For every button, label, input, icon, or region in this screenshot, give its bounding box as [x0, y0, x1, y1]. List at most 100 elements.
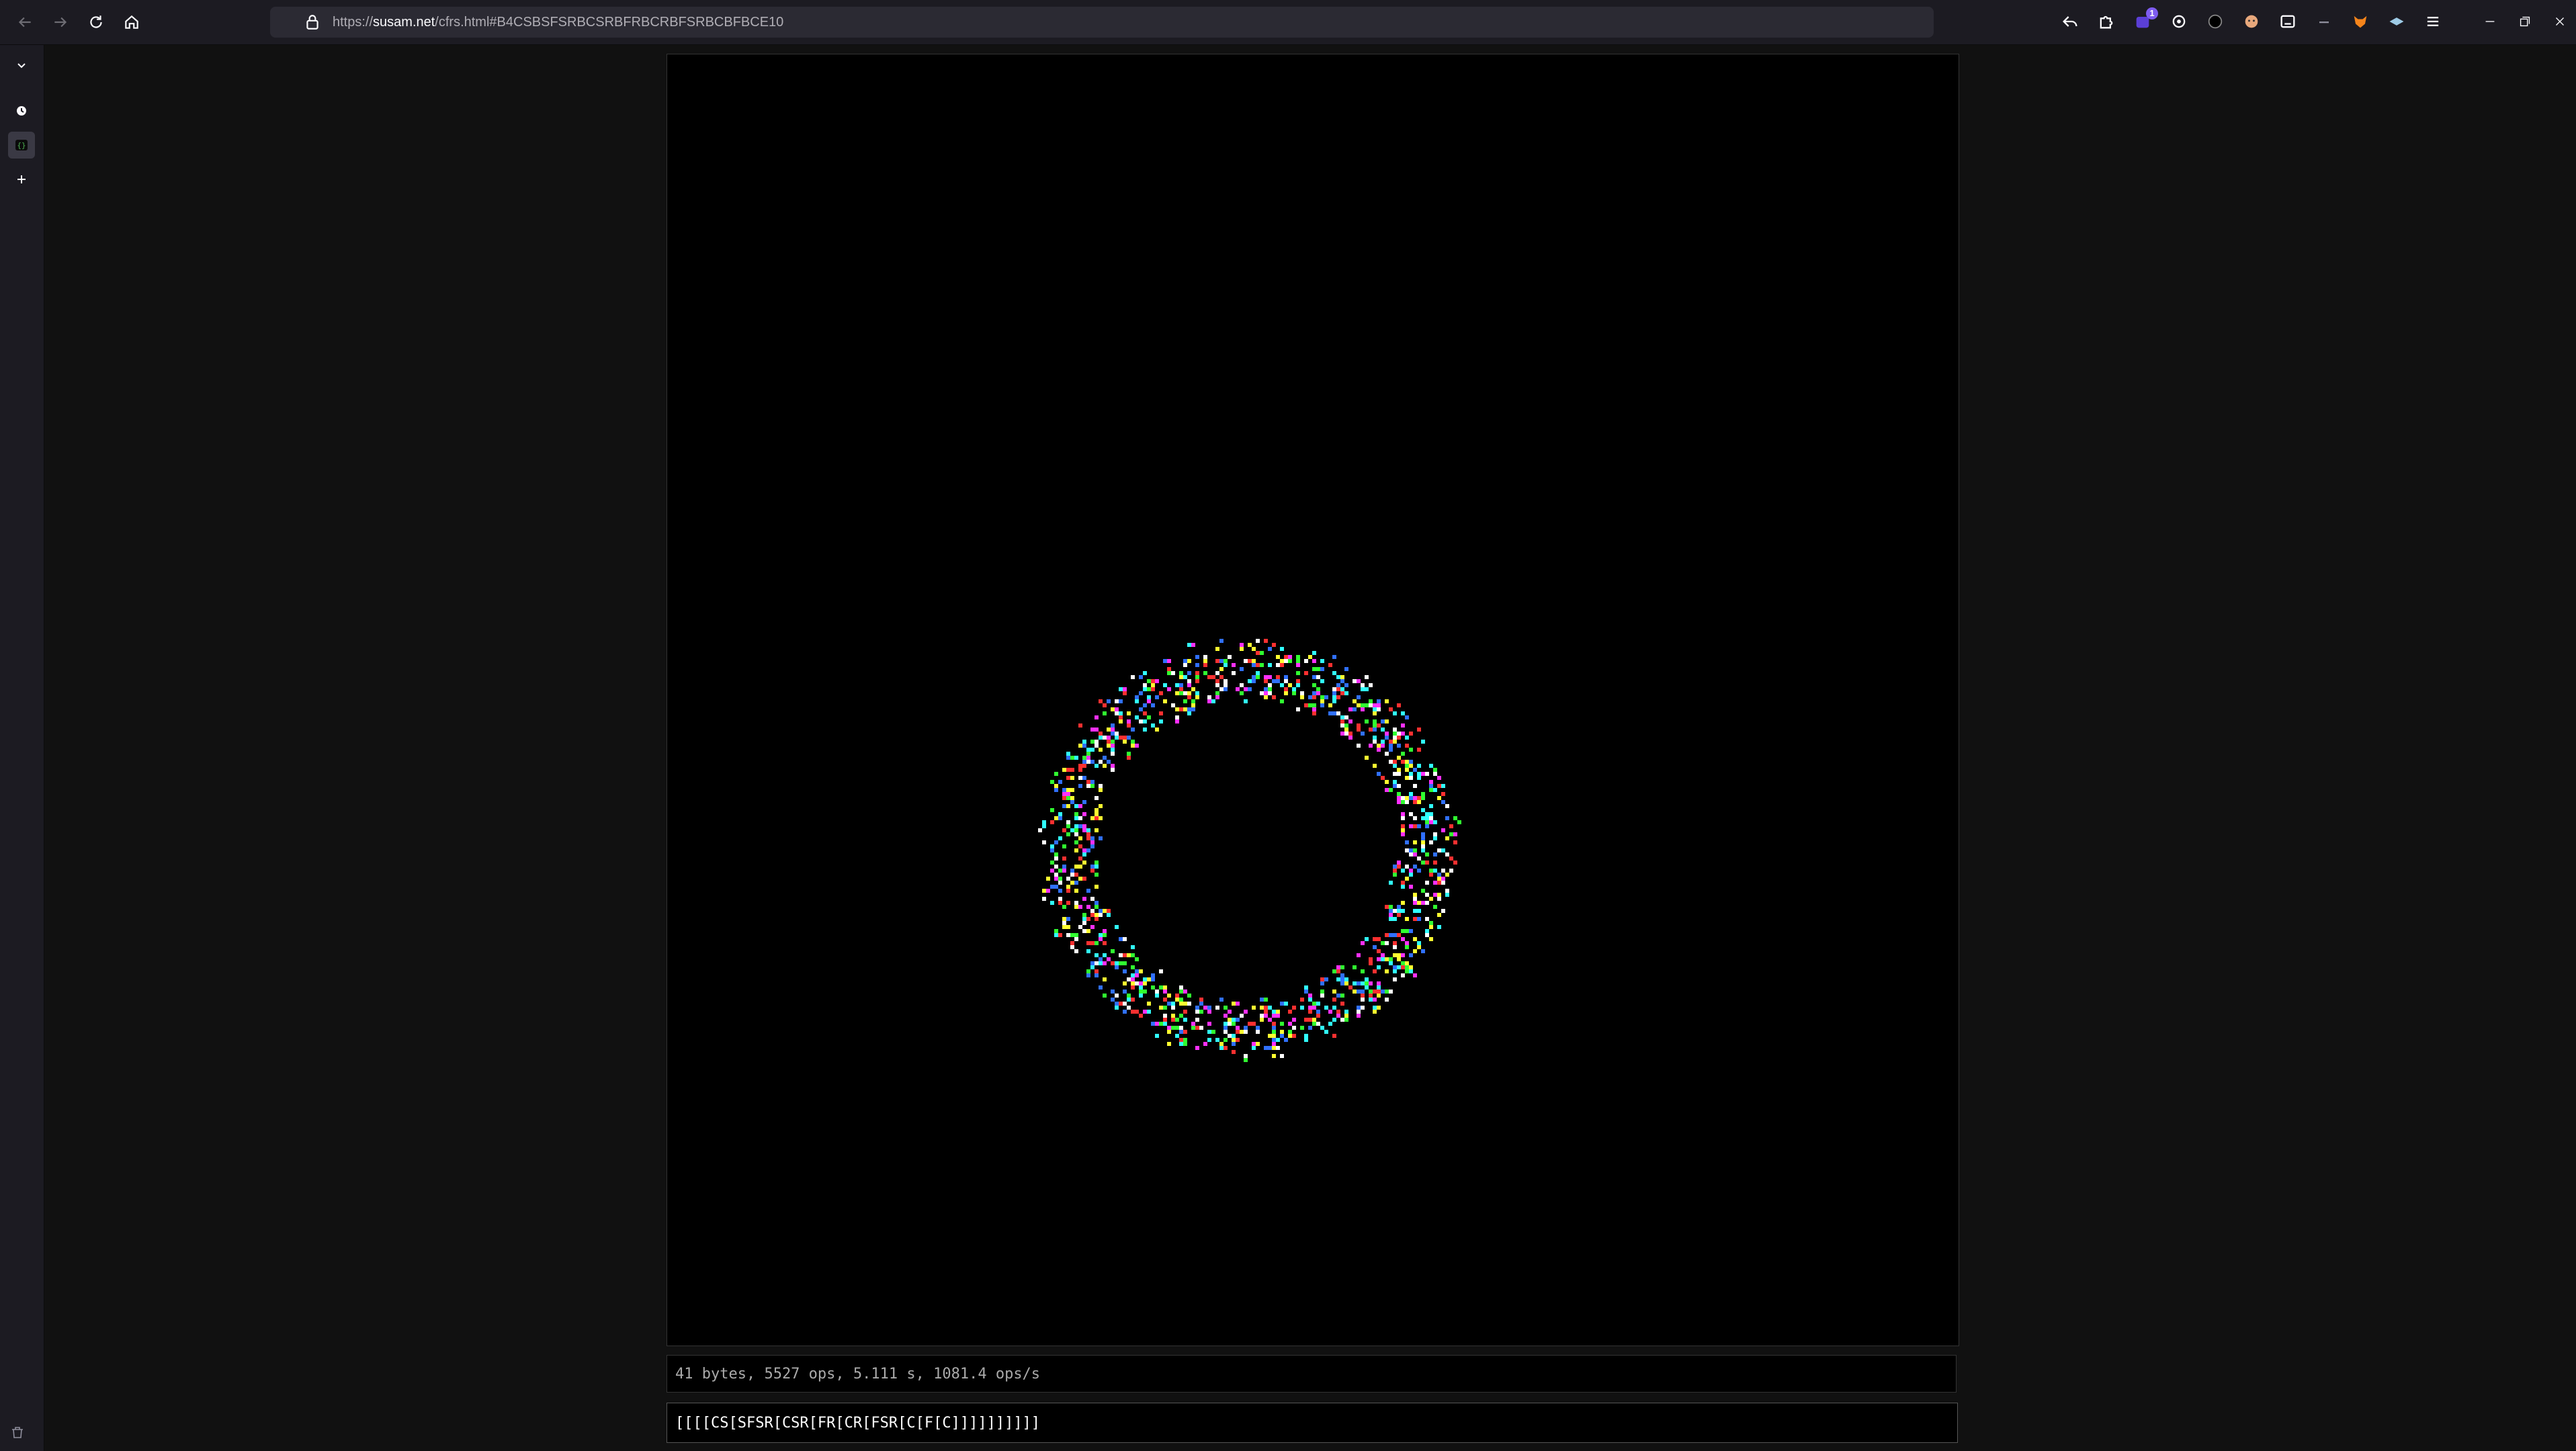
pixel [1437, 877, 1441, 881]
pixel [1397, 953, 1401, 957]
pixel [1328, 1010, 1332, 1014]
pixel [1413, 852, 1417, 856]
pixel [1187, 707, 1191, 711]
pixel [1332, 998, 1336, 1002]
pixel [1086, 752, 1090, 756]
pixel [1336, 994, 1340, 998]
pixel [1336, 711, 1340, 715]
pixel [1131, 985, 1135, 990]
pixel [1078, 905, 1082, 909]
pixel [1401, 812, 1405, 816]
pixel [1179, 1030, 1183, 1034]
pixel [1389, 957, 1393, 961]
settings-extension-button[interactable] [2169, 11, 2189, 32]
drawing-canvas[interactable] [667, 54, 1959, 1346]
pixel [1099, 985, 1103, 990]
chevron-down-icon [17, 63, 26, 69]
pixel [1215, 1006, 1219, 1010]
pixel [1094, 969, 1099, 973]
pixel [1433, 772, 1437, 776]
dash-extension-button[interactable] [2314, 11, 2334, 32]
address-bar[interactable]: https://susam.net/cfrs.html#B4CSBSFSRBCS… [270, 7, 1934, 38]
sidebar-add-button[interactable] [8, 166, 35, 193]
pixel [1393, 969, 1397, 973]
pixel [1397, 800, 1401, 804]
pixel [1070, 881, 1074, 885]
pixel [1058, 812, 1062, 816]
face-extension-button[interactable] [2241, 11, 2262, 32]
pixel [1288, 655, 1292, 659]
pixel [1373, 969, 1377, 973]
pixel [1236, 687, 1240, 691]
pixel [1377, 994, 1381, 998]
pixel [1445, 804, 1449, 808]
pixel [1397, 865, 1401, 869]
pixel [1131, 953, 1135, 957]
sidebar-collapse-button[interactable] [8, 52, 35, 79]
pixel [1207, 1022, 1211, 1026]
pixel [1312, 1002, 1316, 1006]
pixel [1119, 715, 1123, 719]
back-button[interactable] [11, 9, 38, 36]
pixel [1103, 941, 1107, 945]
code-input[interactable] [667, 1403, 1958, 1443]
pixel [1062, 856, 1066, 861]
pixel [1433, 768, 1437, 772]
pixel [1211, 1030, 1215, 1034]
pixel [1232, 1038, 1236, 1042]
pixel [1256, 671, 1260, 675]
pixel [1236, 1002, 1240, 1006]
pixel [1280, 1030, 1284, 1034]
pixel [1437, 925, 1441, 929]
url-text[interactable]: https://susam.net/cfrs.html#B4CSBSFSRBCS… [333, 7, 783, 38]
fox-icon [2354, 15, 2367, 28]
pixel [1131, 945, 1135, 949]
pixel [1236, 1038, 1240, 1042]
reload-button[interactable] [83, 9, 110, 36]
pixel [1066, 792, 1070, 796]
pixel [1421, 861, 1425, 865]
dark-mode-extension-button[interactable] [2205, 11, 2225, 32]
reload-icon [90, 15, 102, 28]
home-button[interactable] [118, 9, 145, 36]
pixel-ring [1038, 639, 1461, 1062]
sidebar-item-history[interactable] [8, 97, 35, 124]
pixel [1401, 901, 1405, 905]
pixel [1099, 961, 1103, 965]
pixel [1094, 865, 1099, 869]
pixel [1312, 1022, 1316, 1026]
extensions-button[interactable] [2096, 11, 2116, 32]
pixel [1042, 840, 1046, 844]
pixel [1405, 768, 1409, 772]
pixel [1195, 1026, 1199, 1030]
pixel [1377, 744, 1381, 748]
pixel [1074, 881, 1078, 885]
reader-extension-button[interactable] [2278, 11, 2298, 32]
pixel [1300, 1026, 1304, 1030]
pixel [1425, 816, 1429, 820]
pixel [1223, 1026, 1228, 1030]
pixel [1405, 796, 1409, 800]
pixel [1115, 736, 1119, 740]
pixel [1171, 1014, 1175, 1018]
pixel [1090, 965, 1094, 969]
pixel [1171, 671, 1175, 675]
minimize-button[interactable] [2478, 9, 2502, 34]
fox-extension-button[interactable] [2350, 11, 2370, 32]
reply-button[interactable] [2060, 11, 2080, 32]
pixel [1320, 667, 1324, 671]
sidebar-item-code[interactable]: {} [8, 132, 35, 159]
lock-icon[interactable] [304, 13, 321, 31]
hat-icon [2389, 17, 2404, 26]
app-menu-button[interactable] [2423, 11, 2443, 32]
pixel [1123, 1010, 1127, 1014]
pixel [1421, 792, 1425, 796]
hat-extension-button[interactable] [2387, 11, 2407, 32]
sidebar-trash-button[interactable] [4, 1419, 31, 1446]
forward-button[interactable] [47, 9, 74, 36]
pixel [1449, 824, 1453, 828]
pixel [1050, 848, 1054, 852]
close-window-button[interactable] [2548, 9, 2572, 34]
restore-button[interactable] [2513, 9, 2537, 34]
extension-badge-button[interactable]: 1 [2133, 7, 2158, 32]
